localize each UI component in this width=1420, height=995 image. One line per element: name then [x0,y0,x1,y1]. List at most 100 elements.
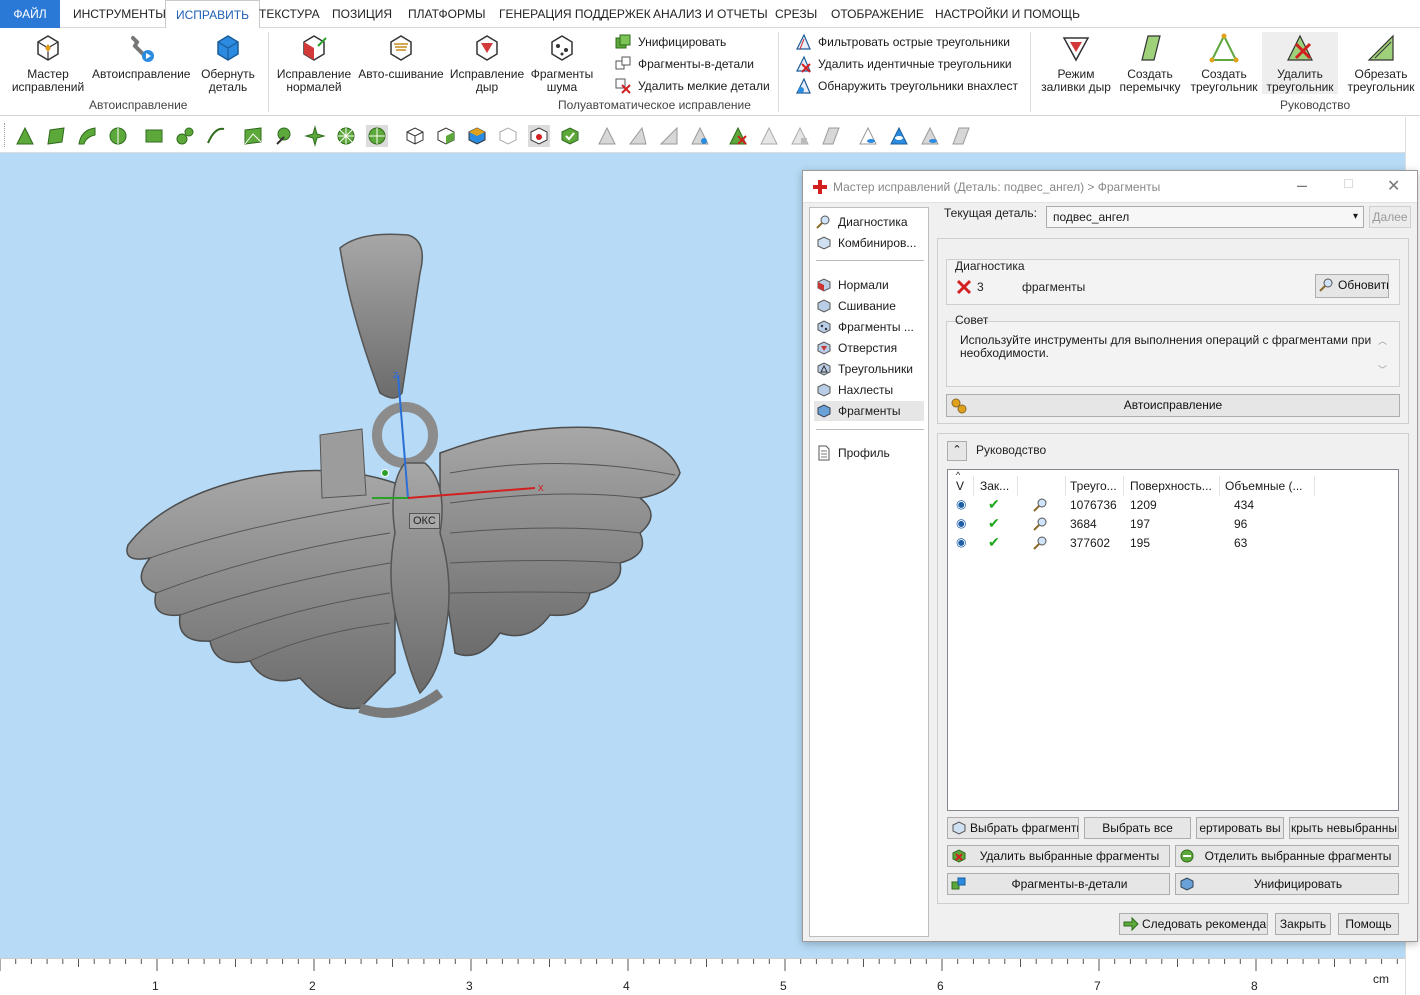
cube-color-icon[interactable] [466,125,488,147]
hide-unselected-button[interactable]: крыть невыбранны [1289,817,1399,839]
menu-position[interactable]: ПОЗИЦИЯ [322,0,402,28]
select-shell-icon[interactable] [107,125,129,147]
table-row[interactable]: ◉ ✔ 3684 197 96 [948,515,1398,534]
remove-identical-triangles-button[interactable]: Удалить идентичные треугольники [794,54,1012,74]
eye-icon[interactable]: ◉ [956,516,966,530]
triangle-gray-3-icon[interactable] [658,125,680,147]
cube-check-icon[interactable] [559,125,581,147]
triangle-stripe-icon[interactable] [758,125,780,147]
select-surface-icon[interactable] [45,125,67,147]
nav-diagnostics[interactable]: Диагностика [814,212,924,232]
triangle-blue-icon[interactable] [689,125,711,147]
triangle-gray-icon[interactable] [596,125,618,147]
fix-wizard-button[interactable]: Мастер исправлений [8,32,88,94]
nav-normals[interactable]: Нормали [814,275,924,295]
collapse-guide-button[interactable]: ⌃ [947,441,967,461]
col-surface[interactable]: Поверхность... [1126,476,1220,496]
eye-icon[interactable]: ◉ [956,535,966,549]
nav-overlaps[interactable]: Нахлесты [814,380,924,400]
delete-triangle-button[interactable]: Удалить треугольник [1262,32,1338,94]
select-star-icon[interactable] [304,125,326,147]
col-triangles[interactable]: Треуго... [1066,476,1124,496]
detect-overlapping-triangles-button[interactable]: Обнаружить треугольники внахлест [794,76,1018,96]
menu-display[interactable]: ОТОБРАЖЕНИЕ [821,0,934,28]
separate-selected-fragments-button[interactable]: Отделить выбранные фрагменты [1175,845,1399,867]
triangle-delete-icon[interactable] [727,125,749,147]
noise-shells-button[interactable]: Фрагменты шума [528,32,596,94]
autofix-button[interactable]: Автоисправление [92,32,190,81]
select-rectangle-icon[interactable] [143,125,165,147]
create-triangle-button[interactable]: Создать треугольник [1190,32,1258,94]
menu-support-gen[interactable]: ГЕНЕРАЦИЯ ПОДДЕРЖЕК [489,0,661,28]
select-triangle-icon[interactable] [14,125,36,147]
help-button[interactable]: Помощь [1338,913,1399,935]
table-row[interactable]: ◉ ✔ 377602 195 63 [948,534,1398,553]
zoom-icon[interactable] [1032,535,1048,551]
delete-selected-fragments-button[interactable]: Удалить выбранные фрагменты [947,845,1170,867]
menu-file[interactable]: ФАЙЛ [0,0,60,28]
shells-to-parts-small-button[interactable]: Фрагменты-в-детали [614,54,754,74]
cube-wire-icon[interactable] [404,125,426,147]
close-button[interactable]: Закрыть [1275,913,1331,935]
menu-texture[interactable]: ТЕКСТУРА [249,0,330,28]
autofix-dialog-button[interactable]: Автоисправление [946,394,1400,417]
triangle-eye-blue-icon[interactable] [888,125,910,147]
maximize-icon[interactable]: ☐ [1343,177,1354,191]
menu-analysis[interactable]: АНАЛИЗ И ОТЧЕТЫ [643,0,778,28]
close-icon[interactable]: ✕ [1387,176,1400,196]
unify-button[interactable]: Унифицировать [1175,873,1399,895]
menu-fix[interactable]: ИСПРАВИТЬ [165,0,260,29]
table-row[interactable]: ◉ ✔ 1076736 1209 434 [948,496,1398,515]
select-all-button[interactable]: Выбрать все [1084,817,1191,839]
fix-normals-button[interactable]: Исправление нормалей [274,32,354,94]
cube-red-icon[interactable] [528,125,550,147]
triangle-eye-icon[interactable] [857,125,879,147]
trim-triangle-button[interactable]: Обрезать треугольник [1342,32,1420,94]
fix-holes-button[interactable]: Исправление дыр [448,32,526,94]
select-flood-icon[interactable] [273,125,295,147]
select-radial-icon[interactable] [335,125,357,147]
auto-stitch-button[interactable]: Авто-сшивание [358,32,444,81]
menu-platforms[interactable]: ПЛАТФОРМЫ [398,0,495,28]
parallelogram-2-icon[interactable] [950,125,972,147]
dialog-titlebar[interactable]: Мастер исправлений (Деталь: подвес_ангел… [803,171,1417,203]
filter-sharp-triangles-button[interactable]: Фильтровать острые треугольники [794,32,1010,52]
zoom-icon[interactable] [1032,516,1048,532]
eye-icon[interactable]: ◉ [956,497,966,511]
select-radial-active-icon[interactable] [366,125,388,147]
col-zoom[interactable] [1018,476,1066,496]
minimize-icon[interactable]: – [1297,175,1307,196]
col-volume[interactable]: Объемные (... [1221,476,1315,496]
nav-shells[interactable]: Фрагменты [814,401,924,421]
nav-stitching[interactable]: Сшивание [814,296,924,316]
nav-combined[interactable]: Комбиниров... [814,233,924,253]
hole-fill-mode-button[interactable]: Режим заливки дыр [1038,32,1114,94]
invert-selection-button[interactable]: ертировать вы [1196,817,1284,839]
follow-recommendations-button[interactable]: Следовать рекомендациям [1119,913,1268,935]
menu-tools[interactable]: ИНСТРУМЕНТЫ [63,0,176,28]
select-plane-icon[interactable] [242,125,264,147]
parallelogram-icon[interactable] [820,125,842,147]
nav-holes[interactable]: Отверстия [814,338,924,358]
wrap-part-button[interactable]: Обернуть деталь [194,32,262,94]
select-curve-icon[interactable] [76,125,98,147]
scroll-up-icon[interactable]: ︿ [1378,334,1387,347]
triangle-gray-2-icon[interactable] [627,125,649,147]
nav-triangles[interactable]: Треугольники [814,359,924,379]
refresh-button[interactable]: Обновить [1315,274,1389,298]
unify-small-button[interactable]: Унифицировать [614,32,726,52]
triangle-lock-icon[interactable] [789,125,811,147]
menu-slices[interactable]: СРЕЗЫ [765,0,827,28]
zoom-icon[interactable] [1032,497,1048,513]
fragments-to-parts-button[interactable]: Фрагменты-в-детали [947,873,1170,895]
remove-small-parts-button[interactable]: Удалить мелкие детали [614,76,770,96]
cube-green-icon[interactable] [435,125,457,147]
next-button[interactable]: Далее [1369,206,1411,228]
toolbar-grip[interactable] [4,123,6,147]
current-part-select[interactable]: подвес_ангел ▾ [1046,206,1364,228]
cube-ghost-icon[interactable] [497,125,519,147]
nav-profile[interactable]: Профиль [814,443,924,463]
triangle-eye-2-icon[interactable] [919,125,941,147]
select-fragments-button[interactable]: Выбрать фрагменты [947,817,1079,839]
create-bridge-button[interactable]: Создать перемычку [1116,32,1184,94]
